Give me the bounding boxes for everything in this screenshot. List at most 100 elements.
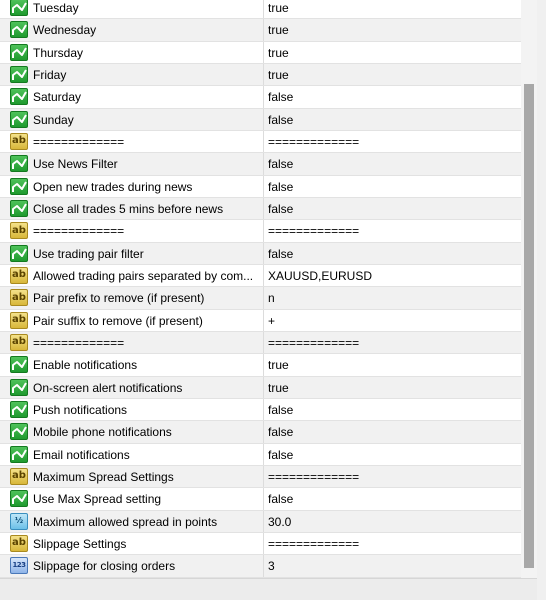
input-row[interactable]: Thursday true [0,41,521,64]
input-name: Maximum Spread Settings [33,469,174,484]
input-value[interactable]: ============= [268,135,516,149]
column-divider [263,41,264,63]
string-type-icon: ab [10,534,28,552]
input-row[interactable]: Mobile phone notifications false [0,421,521,444]
input-name: Sunday [33,112,74,127]
input-row[interactable]: Use Max Spread setting false [0,488,521,511]
input-row[interactable]: ab ============= ============= [0,220,521,243]
input-value[interactable]: 30.0 [268,515,516,529]
input-name: Thursday [33,45,84,60]
input-value[interactable]: + [268,314,516,328]
column-divider [263,488,264,510]
string-type-icon: ab [10,132,28,150]
column-divider [263,465,264,488]
input-value[interactable]: true [268,23,516,37]
input-value[interactable]: true [268,381,516,395]
input-value[interactable]: true [268,1,516,15]
input-row[interactable]: ab Pair suffix to remove (if present) + [0,309,521,332]
input-value[interactable]: n [268,291,516,305]
input-name: ============= [33,224,125,239]
input-row[interactable]: ½ Maximum allowed spread in points 30.0 [0,510,521,533]
input-row[interactable]: ab Allowed trading pairs separated by com… [0,264,521,288]
input-row[interactable]: ab ============= ============= [0,331,521,355]
input-name: On-screen alert notifications [33,380,183,395]
bool-type-icon [10,65,28,83]
input-row[interactable]: Email notifications false [0,443,521,466]
input-value[interactable]: ============= [268,470,516,484]
input-name: Mobile phone notifications [33,425,172,440]
input-name: Allowed trading pairs separated by com..… [33,268,254,283]
input-name: Push notifications [33,402,128,417]
bool-type-icon [10,155,28,173]
bool-type-icon [10,445,28,463]
input-name: Email notifications [33,447,130,462]
input-name: Maximum allowed spread in points [33,514,218,529]
input-name: Open new trades during news [33,179,193,194]
input-name: Wednesday [33,23,97,38]
input-row[interactable]: 123 Slippage for closing orders 3 [0,555,521,578]
input-value[interactable]: XAUUSD,EURUSD [268,269,516,283]
input-value[interactable]: ============= [268,224,516,238]
input-name: ============= [33,134,125,149]
input-name: Pair prefix to remove (if present) [33,291,205,306]
input-value[interactable]: false [268,157,516,171]
bool-type-icon [10,378,28,396]
bool-type-icon [10,0,28,16]
column-divider [263,242,264,264]
input-value[interactable]: false [268,448,516,462]
input-row[interactable]: Tuesday true [0,0,521,20]
string-type-icon: ab [10,289,28,307]
input-name: Saturday [33,90,82,105]
int-type-icon: 123 [10,557,28,575]
input-row[interactable]: Push notifications false [0,398,521,422]
column-divider [263,86,264,108]
icon-glyph: ab [12,224,26,236]
column-divider [263,331,264,354]
input-row[interactable]: Enable notifications true [0,354,521,377]
bool-type-icon [10,244,28,262]
icon-glyph: ab [12,135,26,147]
input-value[interactable]: false [268,425,516,439]
input-row[interactable]: Close all trades 5 mins before news false [0,197,521,221]
vertical-scrollbar-thumb[interactable] [524,84,534,568]
input-row[interactable]: On-screen alert notifications true [0,376,521,399]
input-value[interactable]: 3 [268,559,516,573]
input-value[interactable]: false [268,247,516,261]
column-divider [263,421,264,443]
input-row[interactable]: Wednesday true [0,19,521,42]
input-value[interactable]: false [268,113,516,127]
column-divider [263,443,264,465]
horizontal-scrollbar[interactable] [0,578,537,600]
input-value[interactable]: ============= [268,336,516,350]
input-row[interactable]: ab Maximum Spread Settings ============= [0,465,521,489]
column-divider [263,19,264,41]
column-divider [263,287,264,309]
string-type-icon: ab [10,266,28,284]
input-value[interactable]: ============= [268,537,516,551]
input-name: Friday [33,67,67,82]
string-type-icon: ab [10,333,28,351]
column-divider [263,197,264,220]
input-row[interactable]: ab Pair prefix to remove (if present) n [0,287,521,310]
input-row[interactable]: Saturday false [0,86,521,109]
inputs-grid: Tuesday true Wednesday true Thursday true Frid… [0,0,522,578]
input-row[interactable]: Open new trades during news false [0,175,521,198]
input-value[interactable]: true [268,358,516,372]
input-value[interactable]: false [268,202,516,216]
input-value[interactable]: true [268,46,516,60]
input-row[interactable]: ab Slippage Settings ============= [0,532,521,556]
input-row[interactable]: ab ============= ============= [0,130,521,154]
input-value[interactable]: false [268,403,516,417]
input-row[interactable]: Use News Filter false [0,153,521,176]
input-value[interactable]: false [268,180,516,194]
bool-type-icon [10,21,28,39]
icon-glyph: 123 [12,561,26,570]
input-row[interactable]: Friday true [0,63,521,87]
input-value[interactable]: false [268,492,516,506]
input-value[interactable]: false [268,90,516,104]
input-row[interactable]: Use trading pair filter false [0,242,521,265]
input-value[interactable]: true [268,68,516,82]
bool-type-icon [10,110,28,128]
column-divider [263,63,264,86]
input-row[interactable]: Sunday false [0,108,521,131]
